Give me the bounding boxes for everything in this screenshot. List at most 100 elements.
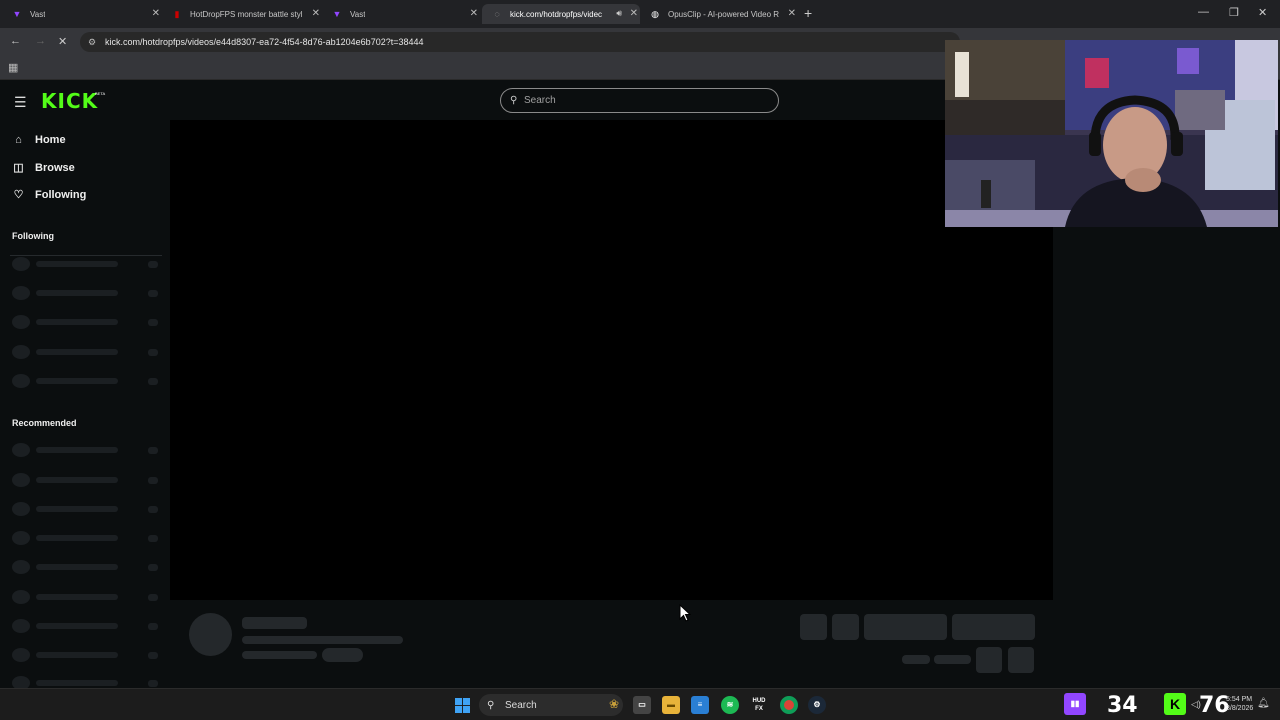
url-text: kick.com/hotdropfps/videos/e44d8307-ea72… [105, 37, 424, 47]
tab-title: Vast [30, 9, 46, 19]
skeleton-channel-row [12, 473, 162, 487]
skeleton-button [800, 614, 827, 640]
video-player[interactable] [170, 120, 1053, 600]
clock-date: 3/8/2026 [1226, 705, 1254, 712]
windows-start-icon[interactable] [455, 698, 470, 713]
file-explorer-icon[interactable]: ▬ [662, 696, 680, 714]
browser-tab-active[interactable]: ◌ kick.com/hotdropfps/videc 🔊︎ ✕ [482, 4, 640, 24]
close-icon[interactable]: ✕ [312, 8, 320, 19]
sidebar-item-browse[interactable]: ◫ Browse [12, 161, 75, 175]
menu-icon[interactable]: ☰ [14, 94, 27, 111]
skeleton-channel-row [12, 648, 162, 662]
hud-icon[interactable]: HUD FX [750, 696, 768, 714]
skeleton-button [976, 647, 1002, 673]
notepad-icon[interactable]: ≡ [691, 696, 709, 714]
skeleton-channel-row [12, 257, 162, 271]
site-info-icon[interactable]: ⚙ [88, 37, 100, 48]
skeleton-button [1008, 647, 1034, 673]
skeleton-channel-row [12, 315, 162, 329]
forward-icon[interactable]: → [35, 35, 46, 47]
sidebar-divider [10, 255, 162, 256]
sidebar-item-following[interactable]: ♡ Following [12, 188, 87, 202]
skeleton-channel-row [12, 676, 162, 688]
browser-tab[interactable]: ▼ Vast ✕ [322, 4, 480, 24]
sidebar-item-home[interactable]: ⌂ Home [12, 134, 66, 146]
speaker-icon[interactable]: 🔊︎ [616, 8, 622, 19]
sidebar-item-label: Following [35, 188, 87, 201]
twitch-tray-icon[interactable]: ▮▮ [1064, 693, 1086, 715]
twitch-viewer-count: 34 [1107, 693, 1138, 718]
skeleton-line [242, 651, 317, 659]
close-icon[interactable]: ✕ [788, 8, 796, 19]
kick-icon: ◌ [494, 9, 500, 19]
mouse-cursor-icon [679, 604, 691, 622]
chrome-icon[interactable] [780, 696, 798, 714]
taskbar: ⚲ Search ❀ ▭ ▬ ≡ ≋ HUD FX ⚙ ▮▮ 34 K ◁) 7… [0, 688, 1280, 720]
skeleton-button [864, 614, 947, 640]
skeleton-stat [902, 655, 930, 664]
back-icon[interactable]: ← [10, 35, 21, 47]
skeleton-channel-row [12, 590, 162, 604]
steam-icon[interactable]: ⚙ [808, 696, 826, 714]
home-icon: ⌂ [15, 134, 22, 146]
vast-icon: ▼ [12, 9, 22, 19]
system-clock[interactable]: 5:54 PM 3/8/2026 [1226, 695, 1253, 713]
skeleton-channel-row [12, 502, 162, 516]
close-icon[interactable]: ✕ [630, 8, 638, 19]
address-bar[interactable]: ⚙ kick.com/hotdropfps/videos/e44d8307-ea… [80, 32, 960, 52]
webcam-scene-image [945, 40, 1278, 227]
taskbar-search[interactable]: ⚲ Search ❀ [479, 694, 623, 716]
skeleton-stat [934, 655, 971, 664]
skeleton-tag [322, 648, 363, 662]
kick-logo[interactable]: KICK [41, 89, 98, 113]
youtube-icon: ▮ [174, 9, 180, 19]
close-icon[interactable]: ✕ [152, 8, 160, 19]
skeleton-channel-row [12, 345, 162, 359]
close-window-icon[interactable]: ✕ [1258, 6, 1267, 19]
site-search: ⚲ [500, 88, 779, 113]
browser-tab[interactable]: ▼ Vast ✕ [2, 4, 162, 24]
notification-icon[interactable]: 🔔︎ [1257, 698, 1270, 709]
maximize-icon[interactable]: ❐ [1229, 6, 1239, 19]
sidebar-item-label: Home [35, 134, 66, 146]
kick-tray-icon[interactable]: K [1164, 693, 1186, 715]
opusclip-icon: ◍ [651, 9, 659, 19]
browser-tab-strip: ▼ Vast ✕ ▮ HotDropFPS monster battle sty… [0, 0, 1280, 28]
skeleton-button [832, 614, 859, 640]
minimize-icon[interactable]: — [1198, 6, 1209, 18]
sidebar: ⌂ Home ◫ Browse ♡ Following Following Re… [0, 120, 170, 688]
webcam-overlay [945, 40, 1278, 227]
spotify-icon[interactable]: ≋ [721, 696, 739, 714]
compass-icon: ◫ [13, 162, 24, 174]
skeleton-channel-row [12, 619, 162, 633]
tab-title: OpusClip - AI-powered Video R [668, 9, 780, 19]
apps-grid-icon[interactable]: ▦ [8, 61, 18, 74]
skeleton-channel-row [12, 560, 162, 574]
tab-title: HotDropFPS monster battle styl [190, 9, 303, 19]
close-icon[interactable]: ✕ [470, 8, 478, 19]
beta-badge: BETA [95, 91, 106, 96]
hud-label: HUD FX [752, 698, 766, 712]
skeleton-avatar [189, 613, 232, 656]
following-section-title: Following [12, 231, 54, 241]
skeleton-button [952, 614, 1035, 640]
search-icon: ⚲ [510, 95, 518, 106]
search-icon: ⚲ [487, 699, 495, 711]
search-highlight-icon: ❀ [608, 697, 619, 711]
heart-icon: ♡ [13, 189, 24, 201]
skeleton-title [242, 617, 307, 629]
skeleton-channel-row [12, 374, 162, 388]
skeleton-channel-row [12, 286, 162, 300]
tab-title: kick.com/hotdropfps/videc [510, 9, 603, 19]
sidebar-item-label: Browse [35, 161, 75, 174]
skeleton-channel-row [12, 443, 162, 457]
skeleton-channel-row [12, 531, 162, 545]
stop-loading-icon[interactable]: ✕ [58, 35, 67, 48]
vast-icon: ▼ [332, 9, 342, 19]
search-input[interactable] [524, 95, 764, 106]
browser-tab[interactable]: ◍ OpusClip - AI-powered Video R ✕ [640, 4, 798, 24]
new-tab-button[interactable]: + [804, 5, 812, 21]
taskbar-search-label: Search [505, 699, 537, 711]
task-view-icon[interactable]: ▭ [633, 696, 651, 714]
browser-tab[interactable]: ▮ HotDropFPS monster battle styl ✕ [162, 4, 322, 24]
